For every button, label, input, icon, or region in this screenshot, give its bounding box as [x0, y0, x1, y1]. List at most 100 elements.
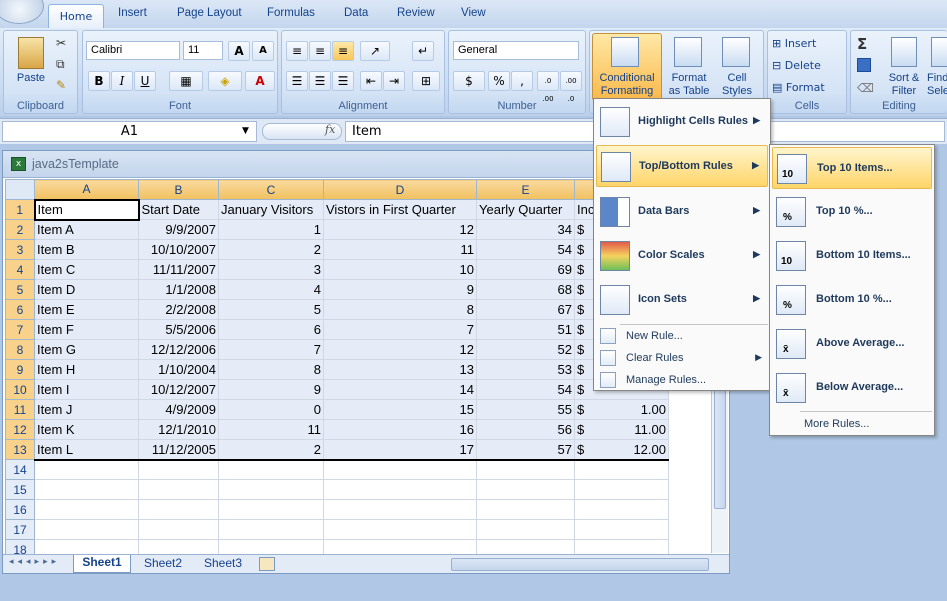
tab-home[interactable]: Home: [48, 4, 104, 29]
table-cell[interactable]: 2/2/2008: [138, 299, 219, 320]
table-cell[interactable]: 10: [323, 259, 477, 280]
table-cell[interactable]: [34, 499, 139, 520]
table-cell[interactable]: 54: [476, 239, 575, 260]
name-box-dropdown-icon[interactable]: ▼: [242, 126, 249, 136]
merge-center-icon[interactable]: ⊞: [412, 71, 440, 91]
table-cell[interactable]: [34, 459, 139, 480]
table-cell[interactable]: 11/11/2007: [138, 259, 219, 280]
row-header[interactable]: 11: [5, 399, 35, 420]
menu-item-new-rule[interactable]: New Rule...: [596, 325, 768, 347]
table-cell[interactable]: Item B: [34, 239, 139, 260]
table-cell[interactable]: [218, 459, 324, 480]
italic-button[interactable]: I: [111, 71, 133, 91]
menu-item-data-bars[interactable]: Data Bars ▶: [596, 191, 768, 233]
table-cell[interactable]: 8: [323, 299, 477, 320]
table-cell[interactable]: 2: [218, 239, 324, 260]
sheet-tab-sheet1[interactable]: Sheet1: [73, 555, 131, 573]
table-cell[interactable]: 1/10/2004: [138, 359, 219, 380]
table-cell[interactable]: 68: [476, 279, 575, 300]
table-cell[interactable]: 12/1/2010: [138, 419, 219, 440]
row-header[interactable]: 14: [5, 459, 35, 480]
table-cell[interactable]: 52: [476, 339, 575, 360]
table-cell[interactable]: 51: [476, 319, 575, 340]
clear-icon[interactable]: ⌫: [857, 81, 874, 95]
row-header[interactable]: 2: [5, 219, 35, 240]
table-cell[interactable]: [476, 459, 575, 480]
font-size-box[interactable]: 11: [183, 41, 223, 60]
sort-filter-icon[interactable]: [891, 37, 917, 67]
menu-item-highlight-cells-rules[interactable]: Highlight Cells Rules ▶: [596, 101, 768, 143]
format-cells-button[interactable]: ▤ Format: [772, 81, 825, 94]
increase-indent-icon[interactable]: ⇥: [383, 71, 405, 91]
menu-item-bottom-10-percent[interactable]: % Bottom 10 %...: [772, 279, 932, 321]
table-cell[interactable]: [34, 519, 139, 540]
number-format-box[interactable]: General: [453, 41, 579, 60]
shrink-font-button[interactable]: A: [252, 41, 274, 61]
sheet-tab-sheet2[interactable]: Sheet2: [135, 556, 191, 573]
sheet-nav-arrows-icon[interactable]: ◂◂◂▸▸▸: [9, 557, 60, 567]
table-cell[interactable]: 15: [323, 399, 477, 420]
table-cell[interactable]: [476, 479, 575, 500]
align-center-icon[interactable]: ☰: [309, 71, 331, 91]
table-cell[interactable]: 7: [323, 319, 477, 340]
menu-item-bottom-10-items[interactable]: 10 Bottom 10 Items...: [772, 235, 932, 277]
row-header[interactable]: 5: [5, 279, 35, 300]
sort-filter-label-2[interactable]: Filter: [885, 85, 923, 97]
fill-icon[interactable]: [857, 58, 871, 72]
table-cell[interactable]: 1: [218, 219, 324, 240]
row-header[interactable]: 15: [5, 479, 35, 500]
table-cell[interactable]: Vistors in First Quarter: [323, 199, 477, 220]
table-cell[interactable]: [218, 479, 324, 500]
table-cell[interactable]: Item D: [34, 279, 139, 300]
table-cell[interactable]: Yearly Quarter: [476, 199, 575, 220]
table-cell[interactable]: [34, 479, 139, 500]
table-cell[interactable]: 10/12/2007: [138, 379, 219, 400]
table-cell[interactable]: Item C: [34, 259, 139, 280]
table-cell[interactable]: [574, 499, 669, 520]
row-header[interactable]: 4: [5, 259, 35, 280]
table-cell[interactable]: Item L: [34, 439, 139, 461]
tab-insert[interactable]: Insert: [118, 7, 147, 19]
format-as-table-label-1[interactable]: Format: [664, 72, 714, 84]
table-cell[interactable]: 57: [476, 439, 575, 461]
row-header[interactable]: 9: [5, 359, 35, 380]
menu-item-icon-sets[interactable]: Icon Sets ▶: [596, 279, 768, 321]
select-all-corner[interactable]: [5, 179, 35, 200]
table-cell[interactable]: 5: [218, 299, 324, 320]
table-cell[interactable]: [476, 499, 575, 520]
table-cell[interactable]: [323, 519, 477, 540]
menu-item-top-10-items[interactable]: 10 Top 10 Items...: [772, 147, 932, 189]
find-select-icon[interactable]: [931, 37, 947, 67]
insert-cells-button[interactable]: ⊞ Insert: [772, 37, 816, 50]
name-box[interactable]: A1: [2, 121, 257, 142]
align-top-icon[interactable]: ≡: [286, 41, 308, 61]
table-cell[interactable]: 11: [218, 419, 324, 440]
increase-decimal-button[interactable]: .0 .00: [537, 71, 559, 103]
sort-filter-label-1[interactable]: Sort &: [885, 72, 923, 84]
table-cell[interactable]: 54: [476, 379, 575, 400]
table-cell[interactable]: [574, 519, 669, 540]
table-cell[interactable]: 16: [323, 419, 477, 440]
column-header-c[interactable]: C: [218, 179, 324, 200]
decrease-decimal-button[interactable]: .00 .0: [560, 71, 582, 103]
grow-font-button[interactable]: A: [228, 41, 250, 61]
align-bottom-icon[interactable]: ≡: [332, 41, 354, 61]
fill-color-icon[interactable]: ◈: [208, 71, 242, 91]
table-cell[interactable]: 9: [323, 279, 477, 300]
table-cell[interactable]: 69: [476, 259, 575, 280]
table-cell[interactable]: [218, 499, 324, 520]
table-cell[interactable]: 14: [323, 379, 477, 400]
table-cell[interactable]: Item I: [34, 379, 139, 400]
table-cell[interactable]: [574, 459, 669, 480]
table-cell[interactable]: [323, 459, 477, 480]
font-color-button[interactable]: A: [245, 71, 275, 91]
table-cell[interactable]: [138, 459, 219, 480]
table-cell[interactable]: [138, 479, 219, 500]
format-as-table-icon[interactable]: [674, 37, 702, 67]
find-select-label-2[interactable]: Sele: [927, 85, 947, 97]
percent-button[interactable]: %: [488, 71, 510, 91]
table-cell[interactable]: 4: [218, 279, 324, 300]
copy-icon[interactable]: ⧉: [56, 57, 65, 72]
align-middle-icon[interactable]: ≡: [309, 41, 331, 61]
table-cell[interactable]: [218, 519, 324, 540]
